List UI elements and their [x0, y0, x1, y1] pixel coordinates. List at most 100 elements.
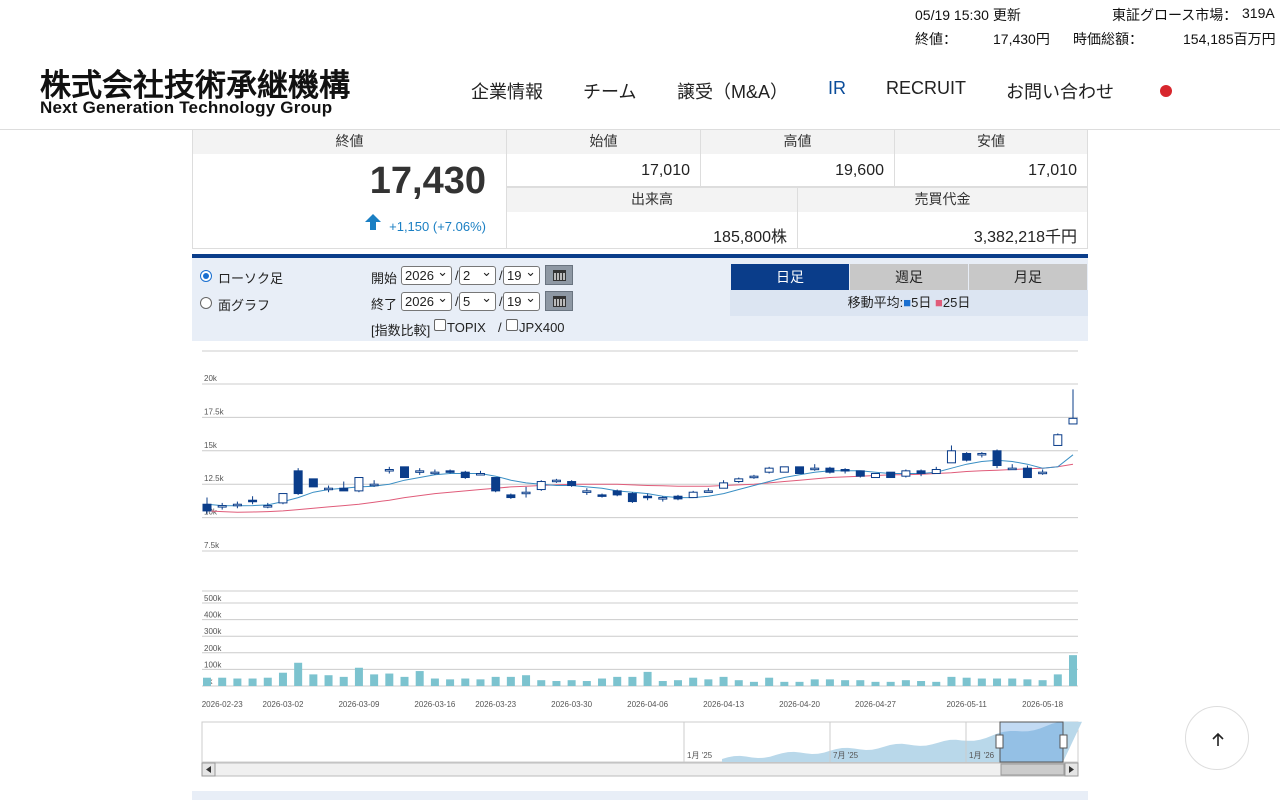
back-to-top-button[interactable] — [1185, 706, 1249, 770]
end-month-select[interactable]: 5 — [459, 289, 496, 311]
volume-bar — [734, 680, 743, 686]
candle — [384, 469, 394, 472]
end-day-select[interactable]: 19 — [503, 289, 540, 311]
nav-item-contact[interactable]: お問い合わせ — [1006, 78, 1114, 104]
tab-weekly[interactable]: 週足 — [850, 264, 968, 290]
close-price: 17,430 — [369, 160, 486, 202]
volume-bar — [354, 667, 363, 686]
volume-bar — [993, 678, 1002, 686]
volume-bar — [947, 676, 956, 686]
end-year-select[interactable]: 2026 — [401, 289, 452, 311]
topix-label[interactable]: TOPIX — [447, 320, 486, 335]
candlestick-label[interactable]: ローソク足 — [218, 268, 283, 287]
candle — [673, 495, 683, 500]
tab-daily[interactable]: 日足 — [731, 264, 849, 290]
high-label: 高値 — [701, 130, 894, 154]
volume-bar — [825, 679, 834, 686]
end-calendar-icon[interactable] — [545, 291, 573, 311]
candle — [931, 469, 941, 475]
candle — [369, 483, 379, 487]
start-month-select[interactable]: 2 — [459, 263, 496, 285]
candle — [703, 490, 713, 493]
volume-bar — [689, 677, 698, 686]
candle — [992, 450, 1002, 466]
volume-bar — [917, 681, 926, 686]
candle — [430, 471, 440, 475]
volume-bar — [673, 680, 682, 686]
start-day-select[interactable]: 19 — [503, 263, 540, 285]
index-sep: / — [498, 320, 502, 335]
open-cell: 始値 17,010 — [506, 129, 701, 187]
y-tick-label: 7.5k — [204, 541, 220, 550]
candle — [901, 470, 911, 477]
candle — [354, 477, 364, 492]
nav-item-recruit[interactable]: RECRUIT — [886, 78, 966, 99]
turnover-label: 売買代金 — [798, 188, 1087, 212]
volume-bar — [263, 677, 272, 686]
candle — [916, 470, 926, 475]
candle — [324, 487, 334, 491]
volume-bar — [1069, 655, 1077, 686]
high-cell: 高値 19,600 — [700, 129, 895, 187]
volume-bar — [430, 678, 439, 686]
nav-item-company[interactable]: 企業情報 — [471, 78, 543, 104]
stock-chart[interactable]: 20k 17.5k 15k 12.5k 10k 7.5k 500k 400k 300k 200k 1… — [192, 341, 1088, 791]
y-tick-label: 12.5k — [204, 474, 225, 483]
nav-item-team[interactable]: チーム — [583, 78, 636, 104]
start-year-select[interactable]: 2026 — [401, 263, 452, 285]
nav-item-ma[interactable]: 譲受（M&A） — [677, 78, 788, 104]
candle — [536, 481, 546, 491]
candle — [688, 491, 698, 499]
start-calendar-icon[interactable] — [545, 265, 573, 285]
volume-cell: 出来高 185,800株 — [506, 187, 798, 249]
candle — [400, 466, 410, 479]
candle — [521, 491, 531, 495]
volume-bar — [977, 678, 986, 686]
volume-bar — [856, 680, 865, 686]
x-tick-label: 2026-03-23 — [475, 700, 516, 709]
update-time: 05/19 15:30 更新 — [915, 7, 1021, 23]
area-chart-radio[interactable] — [200, 297, 212, 309]
volume-bar — [932, 681, 941, 686]
volume-bar — [780, 681, 789, 686]
x-tick-label: 2026-04-20 — [779, 700, 820, 709]
volume-bar — [476, 679, 485, 686]
up-arrow-icon — [365, 214, 381, 230]
volume-tick-label: 200k — [204, 644, 222, 653]
candle — [627, 493, 637, 503]
volume-bar — [233, 678, 242, 686]
volume-bar — [719, 676, 728, 686]
area-chart-label[interactable]: 面グラフ — [218, 295, 270, 314]
nav-item-ir[interactable]: IR — [828, 78, 846, 99]
scrollbar-thumb — [1000, 763, 1065, 776]
volume-tick-label: 500k — [204, 594, 222, 603]
candle — [308, 478, 318, 488]
volume-bar — [218, 677, 227, 686]
x-tick-label: 2026-02-23 — [202, 700, 243, 709]
jpx400-checkbox[interactable] — [506, 319, 518, 331]
volume-bar — [841, 680, 850, 686]
tab-monthly[interactable]: 月足 — [969, 264, 1087, 290]
candlestick-radio[interactable] — [200, 270, 212, 282]
end-label: 終了 — [371, 297, 398, 312]
candle — [1038, 471, 1048, 475]
jpx400-label[interactable]: JPX400 — [519, 320, 565, 335]
volume-bar — [613, 676, 622, 686]
change-percent: (+7.06%) — [432, 219, 486, 234]
y-tick-label: 15k — [204, 441, 218, 450]
volume-bar — [294, 662, 303, 686]
volume-bar — [795, 681, 804, 686]
volume-bar — [765, 677, 774, 686]
candle — [719, 482, 729, 489]
arrow-up-icon — [1212, 732, 1224, 746]
start-label: 開始 — [371, 271, 398, 286]
x-tick-label: 2026-04-13 — [703, 700, 744, 709]
candle — [1007, 467, 1017, 471]
volume-bar — [582, 681, 591, 686]
candle — [1022, 467, 1032, 479]
x-tick-label: 2026-04-27 — [855, 700, 896, 709]
volume-bar — [749, 681, 758, 686]
volume-bar — [643, 671, 652, 686]
topix-checkbox[interactable] — [434, 319, 446, 331]
ma-label: 移動平均: — [847, 295, 904, 310]
